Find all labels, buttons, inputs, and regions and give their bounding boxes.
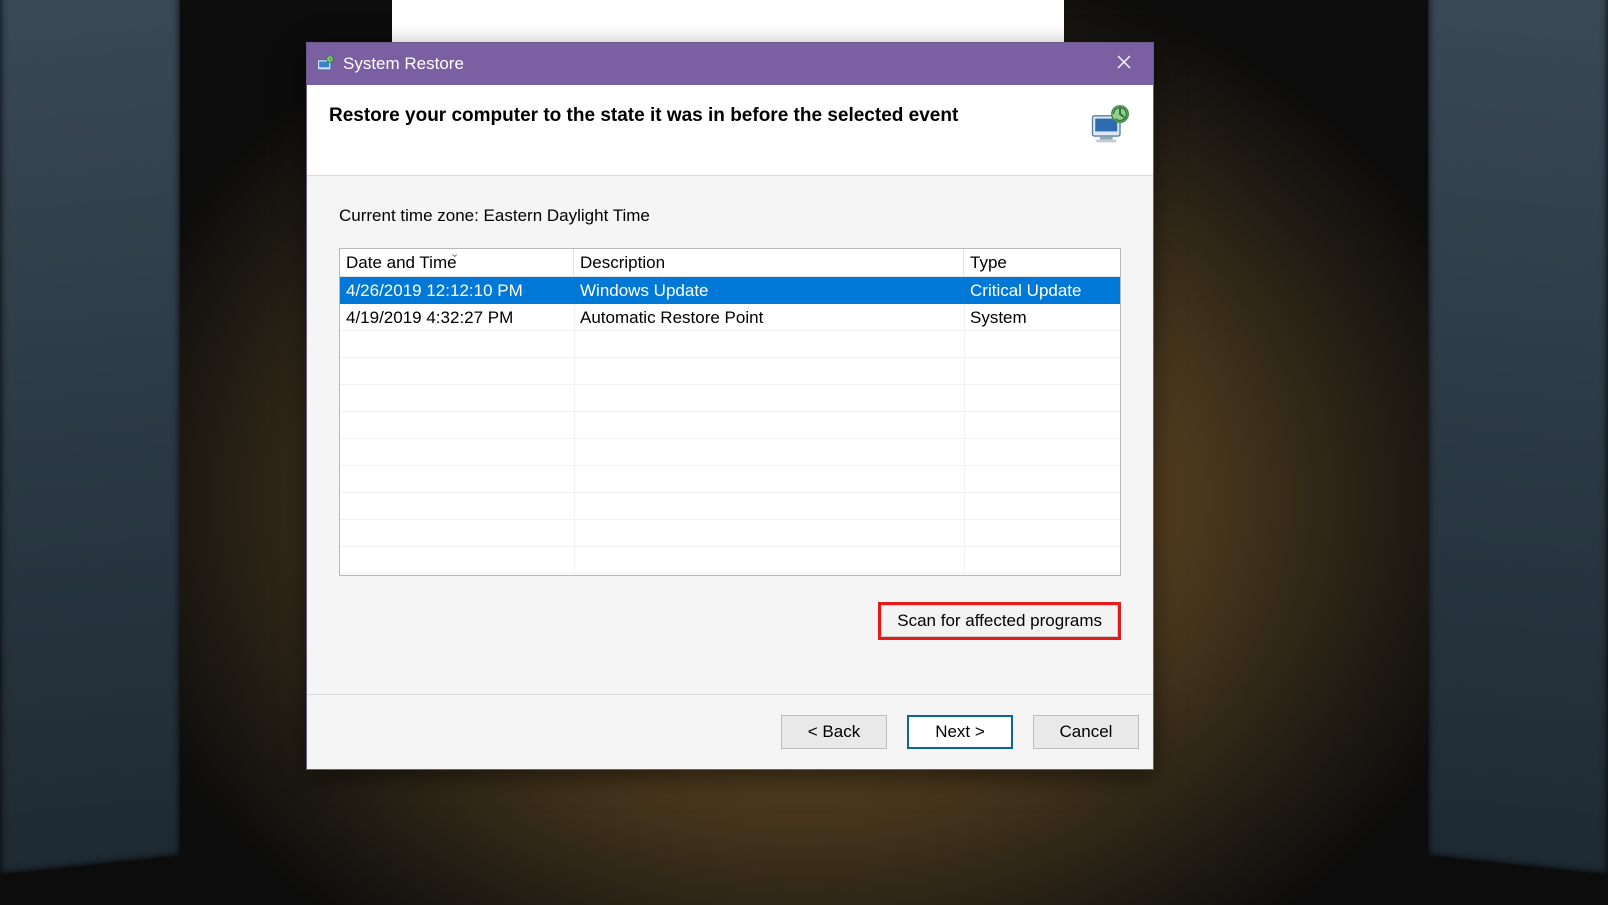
header-pane: Restore your computer to the state it wa… [307, 85, 1153, 176]
cell-type: Critical Update [964, 281, 1120, 301]
table-body: 4/26/2019 12:12:10 PM Windows Update Cri… [340, 277, 1120, 575]
restore-points-table[interactable]: Date and Time ⌄ Description Type 4/26/20… [339, 248, 1121, 576]
footer-pane: < Back Next > Cancel [307, 694, 1153, 769]
cell-description: Automatic Restore Point [574, 308, 964, 328]
column-header-date[interactable]: Date and Time ⌄ [340, 249, 574, 277]
restore-computer-icon [1087, 103, 1131, 147]
system-restore-dialog: System Restore Restore your computer to … [306, 42, 1154, 770]
cell-type: System [964, 308, 1120, 328]
table-row[interactable]: 4/19/2019 4:32:27 PM Automatic Restore P… [340, 304, 1120, 331]
close-button[interactable] [1101, 43, 1147, 85]
body-pane: Current time zone: Eastern Daylight Time… [307, 176, 1153, 694]
button-label: Scan for affected programs [897, 611, 1102, 630]
button-label: Cancel [1060, 722, 1113, 742]
cell-description: Windows Update [574, 281, 964, 301]
column-header-type[interactable]: Type [964, 249, 1120, 277]
cancel-button[interactable]: Cancel [1033, 715, 1139, 749]
desktop-background: System Restore Restore your computer to … [0, 0, 1608, 905]
titlebar[interactable]: System Restore [307, 43, 1153, 85]
back-button[interactable]: < Back [781, 715, 887, 749]
column-header-label: Description [580, 253, 665, 273]
close-icon [1117, 54, 1131, 74]
column-header-description[interactable]: Description [574, 249, 964, 277]
page-heading: Restore your computer to the state it wa… [329, 103, 1077, 129]
window-title: System Restore [343, 54, 1101, 74]
background-window-strip [392, 0, 1064, 42]
button-label: Next > [935, 722, 985, 742]
table-header: Date and Time ⌄ Description Type [340, 249, 1120, 277]
scan-affected-programs-button[interactable]: Scan for affected programs [878, 602, 1121, 640]
column-header-label: Type [970, 253, 1007, 273]
next-button[interactable]: Next > [907, 715, 1013, 749]
button-label: < Back [808, 722, 860, 742]
timezone-label: Current time zone: Eastern Daylight Time [339, 206, 1121, 226]
sort-indicator-icon: ⌄ [450, 248, 459, 260]
cell-date: 4/26/2019 12:12:10 PM [340, 281, 574, 301]
table-row[interactable]: 4/26/2019 12:12:10 PM Windows Update Cri… [340, 277, 1120, 304]
system-restore-icon [315, 54, 335, 74]
column-header-label: Date and Time [346, 253, 457, 273]
cell-date: 4/19/2019 4:32:27 PM [340, 308, 574, 328]
